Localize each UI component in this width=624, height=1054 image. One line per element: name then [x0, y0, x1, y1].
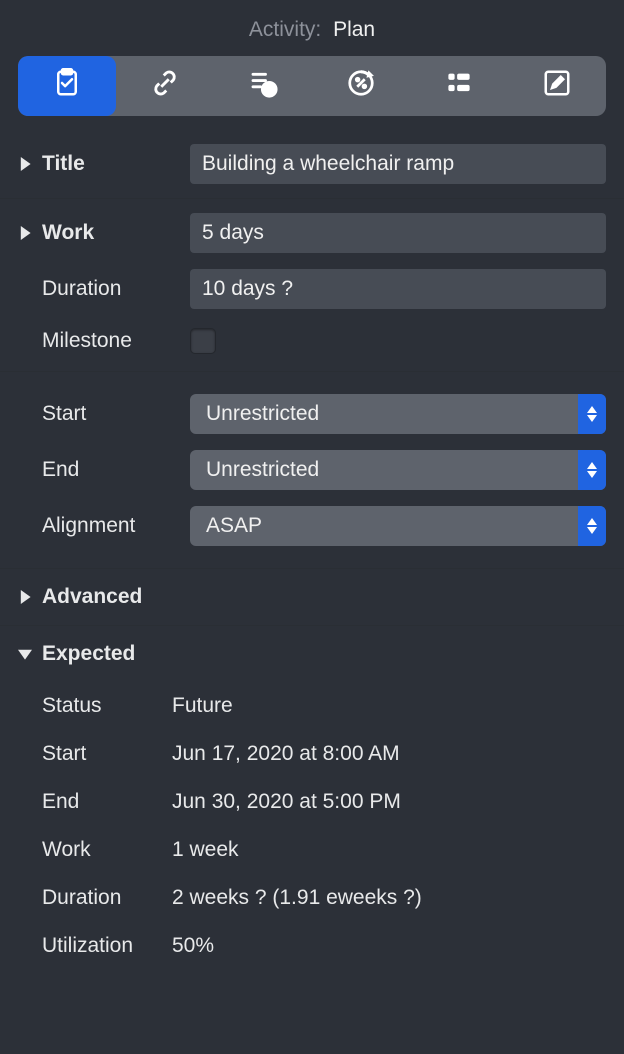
tab-dependencies[interactable]: [116, 56, 214, 116]
expected-utilization-row: Utilization 50%: [0, 922, 624, 970]
expected-start-label: Start: [42, 742, 172, 766]
expected-label: Expected: [42, 642, 135, 666]
expected-end-value: Jun 30, 2020 at 5:00 PM: [172, 790, 401, 814]
alignment-label: Alignment: [42, 514, 190, 538]
inspector-header: Activity: Plan: [0, 0, 624, 56]
header-value: Plan: [333, 18, 375, 41]
advanced-section-header[interactable]: Advanced: [0, 569, 624, 625]
expected-work-label: Work: [42, 838, 172, 862]
expected-status-value: Future: [172, 694, 233, 718]
expected-duration-value: 2 weeks ? (1.91 eweeks ?): [172, 886, 422, 910]
advanced-disclosure[interactable]: [18, 590, 42, 604]
milestone-checkbox[interactable]: [190, 328, 216, 354]
start-select[interactable]: Unrestricted: [190, 394, 606, 434]
expected-utilization-value: 50%: [172, 934, 214, 958]
start-label: Start: [42, 402, 190, 426]
updown-icon: [578, 450, 606, 490]
expected-duration-row: Duration 2 weeks ? (1.91 eweeks ?): [0, 874, 624, 922]
tab-cost[interactable]: $: [214, 56, 312, 116]
header-label: Activity:: [249, 18, 321, 41]
expected-status-label: Status: [42, 694, 172, 718]
title-row: Title: [0, 136, 624, 192]
alignment-select-value: ASAP: [206, 514, 262, 538]
alignment-select[interactable]: ASAP: [190, 506, 606, 546]
end-select-value: Unrestricted: [206, 458, 319, 482]
expected-duration-label: Duration: [42, 886, 172, 910]
end-select[interactable]: Unrestricted: [190, 450, 606, 490]
percent-icon: [346, 68, 376, 104]
tab-plan[interactable]: [18, 56, 116, 116]
alignment-row: Alignment ASAP: [0, 498, 624, 554]
tab-bar: $: [18, 56, 606, 116]
svg-text:$: $: [266, 86, 272, 97]
work-label: Work: [42, 221, 190, 245]
expected-end-row: End Jun 30, 2020 at 5:00 PM: [0, 778, 624, 826]
duration-input[interactable]: [190, 269, 606, 309]
end-label: End: [42, 458, 190, 482]
link-icon: [150, 68, 180, 104]
expected-start-value: Jun 17, 2020 at 8:00 AM: [172, 742, 400, 766]
edit-icon: [542, 68, 572, 104]
duration-label: Duration: [42, 277, 190, 301]
end-row: End Unrestricted: [0, 442, 624, 498]
expected-section-header[interactable]: Expected: [0, 626, 624, 682]
clipboard-icon: [52, 68, 82, 104]
cost-icon: $: [248, 68, 278, 104]
work-disclosure[interactable]: [18, 226, 42, 240]
tab-progress[interactable]: [312, 56, 410, 116]
tab-notes[interactable]: [508, 56, 606, 116]
expected-end-label: End: [42, 790, 172, 814]
title-label: Title: [42, 152, 190, 176]
advanced-label: Advanced: [42, 585, 142, 609]
tab-resources[interactable]: [410, 56, 508, 116]
start-select-value: Unrestricted: [206, 402, 319, 426]
work-input[interactable]: [190, 213, 606, 253]
updown-icon: [578, 394, 606, 434]
milestone-label: Milestone: [42, 329, 190, 353]
title-input[interactable]: [190, 144, 606, 184]
milestone-row: Milestone: [0, 317, 624, 365]
expected-start-row: Start Jun 17, 2020 at 8:00 AM: [0, 730, 624, 778]
expected-status-row: Status Future: [0, 682, 624, 730]
expected-disclosure[interactable]: [18, 647, 42, 661]
duration-row: Duration: [0, 261, 624, 317]
title-disclosure[interactable]: [18, 157, 42, 171]
list-icon: [444, 68, 474, 104]
updown-icon: [578, 506, 606, 546]
expected-utilization-label: Utilization: [42, 934, 172, 958]
work-row: Work: [0, 205, 624, 261]
start-row: Start Unrestricted: [0, 386, 624, 442]
expected-work-value: 1 week: [172, 838, 239, 862]
expected-work-row: Work 1 week: [0, 826, 624, 874]
